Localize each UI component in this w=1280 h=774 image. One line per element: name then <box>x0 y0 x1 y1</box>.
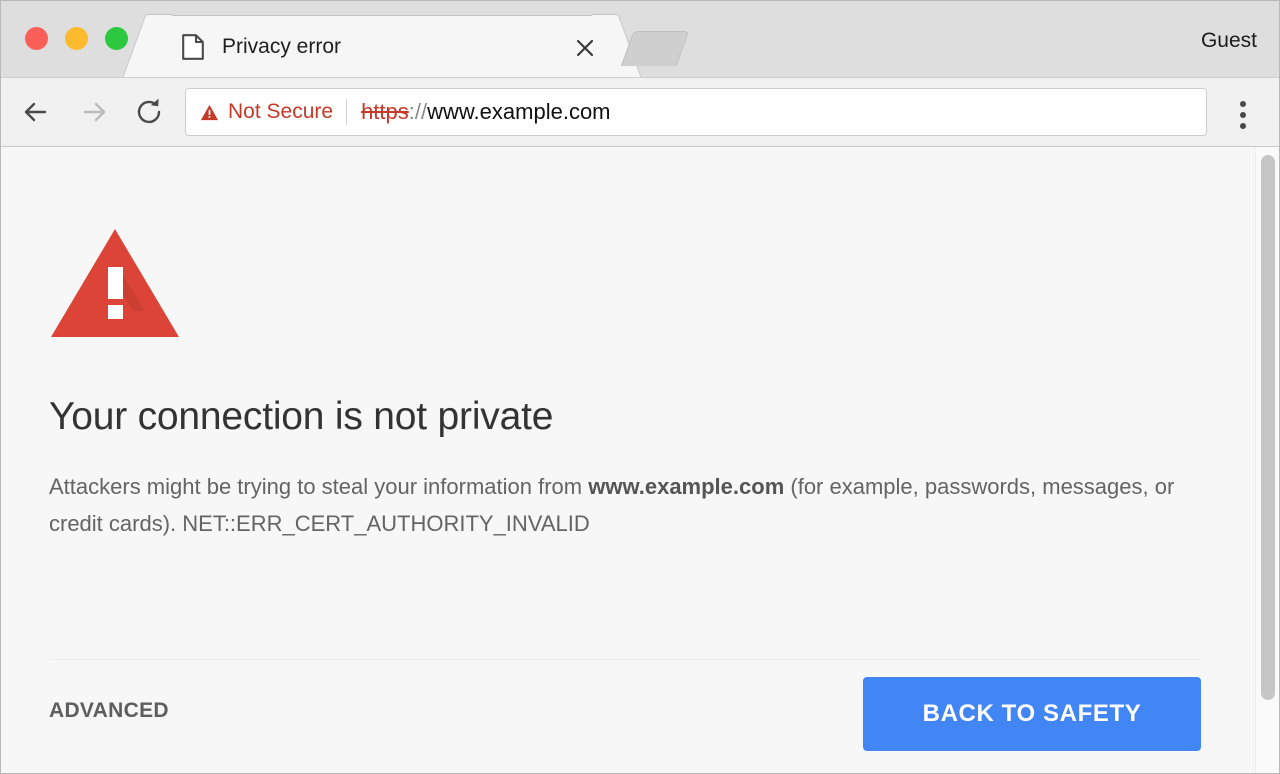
three-dots-vertical-icon[interactable] <box>1227 94 1259 130</box>
tab-strip: Privacy error Guest <box>1 1 1279 78</box>
error-description: Attackers might be trying to steal your … <box>49 468 1199 542</box>
back-to-safety-button[interactable]: BACK TO SAFETY <box>863 677 1201 751</box>
profile-label[interactable]: Guest <box>1201 28 1257 54</box>
browser-window: Privacy error Guest Not Secure https://w… <box>0 0 1280 774</box>
address-bar[interactable]: Not Secure https://www.example.com <box>185 88 1207 136</box>
page-title: Your connection is not private <box>49 395 554 438</box>
interstitial-actions: ADVANCED BACK TO SAFETY <box>49 659 1201 773</box>
error-description-host: www.example.com <box>588 474 785 499</box>
menu-dot <box>1240 123 1246 129</box>
tab-privacy-error[interactable]: Privacy error <box>147 15 617 77</box>
vertical-scrollbar[interactable] <box>1255 147 1279 773</box>
vertical-scroll-thumb[interactable] <box>1261 155 1275 700</box>
window-close-button[interactable] <box>25 27 48 50</box>
url-scheme: https <box>361 99 409 124</box>
url-separator: :// <box>408 99 428 124</box>
menu-dot <box>1240 112 1246 118</box>
window-controls <box>25 27 128 50</box>
tab-title: Privacy error <box>222 35 342 58</box>
window-maximize-button[interactable] <box>105 27 128 50</box>
ssl-interstitial: Your connection is not private Attackers… <box>49 147 1201 564</box>
error-description-prefix: Attackers might be trying to steal your … <box>49 474 589 499</box>
advanced-button[interactable]: ADVANCED <box>49 699 169 723</box>
warning-triangle-icon <box>200 104 219 120</box>
menu-dot <box>1240 101 1246 107</box>
close-icon[interactable] <box>572 35 598 61</box>
new-tab-button[interactable] <box>620 31 690 66</box>
arrow-left-icon[interactable] <box>19 94 55 130</box>
page-content: Your connection is not private Attackers… <box>1 147 1279 773</box>
warning-triangle-icon <box>51 229 179 337</box>
browser-toolbar: Not Secure https://www.example.com <box>1 78 1279 147</box>
window-minimize-button[interactable] <box>65 27 88 50</box>
arrow-right-icon <box>83 102 106 122</box>
url-text[interactable]: https://www.example.com <box>347 99 610 125</box>
security-status-chip[interactable]: Not Secure <box>186 89 346 135</box>
page-icon <box>182 34 204 60</box>
security-status-label: Not Secure <box>228 100 334 123</box>
reload-icon[interactable] <box>131 94 167 130</box>
url-host: www.example.com <box>427 99 611 124</box>
